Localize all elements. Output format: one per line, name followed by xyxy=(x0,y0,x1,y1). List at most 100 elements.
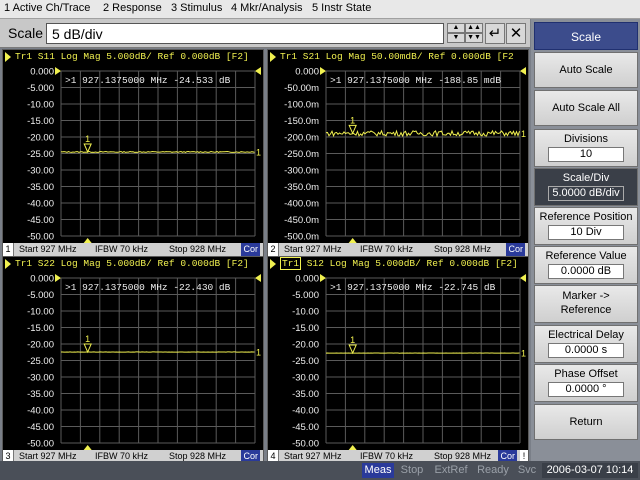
trace-header-text: Tr1 S22 Log Mag 5.000dB/ Ref 0.000dB [F2… xyxy=(15,258,249,269)
menu-mkr-analysis[interactable]: 4 Mkr/Analysis xyxy=(231,2,303,14)
status-ready: Ready xyxy=(477,464,509,476)
softkey-value: 0.0000 dB xyxy=(548,264,624,279)
y-tick-label: -5.000 xyxy=(27,83,54,94)
reference-right-arrow xyxy=(255,274,261,282)
marker-label: 1 xyxy=(350,115,355,125)
phase-offset-button[interactable]: Phase Offset 0.0000 ° xyxy=(534,364,638,402)
y-tick-label: -10.00 xyxy=(292,307,319,318)
reference-value-button[interactable]: Reference Value 0.0000 dB xyxy=(534,246,638,284)
close-entry-button[interactable]: ✕ xyxy=(506,23,526,44)
y-tick-label: -150.0m xyxy=(284,116,319,127)
marker-readout: >1 927.1375000 MHz -22.430 dB xyxy=(65,282,231,293)
trace-window-3[interactable]: Tr1 S22 Log Mag 5.000dB/ Ref 0.000dB [F2… xyxy=(2,256,264,464)
reference-left-arrow xyxy=(55,67,61,75)
spin-down-button[interactable]: ▼ xyxy=(447,33,465,43)
y-tick-label: 0.000 xyxy=(30,67,54,78)
y-tick-label: 0.000 xyxy=(295,274,319,285)
trace-window-2[interactable]: Tr1 S21 Log Mag 50.00mdB/ Ref 0.000dB [F… xyxy=(267,49,529,257)
trace-header-text: Tr1 S11 Log Mag 5.000dB/ Ref 0.000dB [F2… xyxy=(15,51,249,62)
auto-scale-button[interactable]: Auto Scale xyxy=(534,52,638,88)
reference-right-arrow xyxy=(520,67,526,75)
softkey-label: Auto Scale xyxy=(559,64,613,76)
y-tick-label: -50.00m xyxy=(284,83,319,94)
softkey-menu-title: Scale xyxy=(534,22,638,50)
menu-response[interactable]: 2 Response xyxy=(103,2,162,14)
y-tick-label: -15.00 xyxy=(292,323,319,334)
channel-footer: 2 Start 927 MHz IFBW 70 kHz Stop 928 MHz… xyxy=(268,243,528,256)
ifbw: IFBW 70 kHz xyxy=(95,244,149,254)
softkey-label: Auto Scale All xyxy=(552,102,620,114)
softkey-value: 10 xyxy=(548,147,624,162)
y-tick-label: -200.0m xyxy=(284,133,319,144)
scale-div-button[interactable]: Scale/Div 5.0000 dB/div xyxy=(534,168,638,206)
trace-window-4[interactable]: Tr1 S12 Log Mag 5.000dB/ Ref 0.000dB [F2… xyxy=(267,256,529,464)
reference-left-arrow xyxy=(320,274,326,282)
softkey-label: Reference Position xyxy=(539,211,633,223)
auto-scale-all-button[interactable]: Auto Scale All xyxy=(534,90,638,126)
status-datetime: 2006-03-07 10:14 xyxy=(542,463,638,478)
entry-label: Scale xyxy=(8,25,44,41)
status-svc: Svc xyxy=(517,464,537,476)
y-tick-label: 0.000 xyxy=(295,67,319,78)
y-tick-label: -15.00 xyxy=(27,116,54,127)
reference-right-arrow xyxy=(255,67,261,75)
y-tick-label: -350.0m xyxy=(284,182,319,193)
y-tick-label: -35.00 xyxy=(292,389,319,400)
channel-number[interactable]: 2 xyxy=(268,243,279,256)
y-tick-label: -250.0m xyxy=(284,149,319,160)
y-tick-label: -30.00 xyxy=(27,166,54,177)
status-extref: ExtRef xyxy=(434,464,468,476)
softkey-label: Electrical Delay xyxy=(548,329,624,341)
menu-instr-state[interactable]: 5 Instr State xyxy=(312,2,371,14)
marker-label: 1 xyxy=(350,335,355,345)
softkey-label: Phase Offset xyxy=(554,368,618,380)
channel-number[interactable]: 1 xyxy=(3,243,14,256)
entry-value-field[interactable] xyxy=(46,23,444,44)
spin-fast-down-button[interactable]: ▼▼ xyxy=(465,33,483,43)
y-tick-label: -5.000 xyxy=(27,290,54,301)
spin-up-button[interactable]: ▲ xyxy=(447,23,465,33)
y-tick-label: -20.00 xyxy=(292,340,319,351)
softkey-label: Divisions xyxy=(563,133,608,145)
marker-label: 1 xyxy=(85,334,90,344)
reference-position-button[interactable]: Reference Position 10 Div xyxy=(534,207,638,245)
marker-icon xyxy=(83,143,92,154)
softkey-value: 10 Div xyxy=(548,225,624,240)
divisions-button[interactable]: Divisions 10 xyxy=(534,129,638,167)
correction-badge: Cor xyxy=(241,243,260,256)
ifbw: IFBW 70 kHz xyxy=(360,244,414,254)
trace-header: Tr1 S22 Log Mag 5.000dB/ Ref 0.000dB [F2… xyxy=(3,257,263,271)
trace-plot: 0.000 -5.000 -10.00 -15.00 -20.00 -25.00 -30.0… xyxy=(27,67,261,243)
softkey-value: 0.0000 s xyxy=(548,343,624,358)
menu-active-ch-trace[interactable]: 1 Active Ch/Trace xyxy=(4,2,90,14)
y-tick-label: -40.00 xyxy=(27,199,54,210)
softkey-panel: Scale Auto Scale Auto Scale All Division… xyxy=(531,19,640,461)
y-tick-label: -450.0m xyxy=(284,215,319,226)
trace-header: Tr1 S12 Log Mag 5.000dB/ Ref 0.000dB [F2… xyxy=(268,257,528,271)
softkey-value: 0.0000 ° xyxy=(548,382,624,397)
menu-bar: 1 Active Ch/Trace 2 Response 3 Stimulus … xyxy=(0,0,640,19)
y-tick-label: -25.00 xyxy=(27,149,54,160)
trace-window-1[interactable]: Tr1 S11 Log Mag 5.000dB/ Ref 0.000dB [F2… xyxy=(2,49,264,257)
y-tick-label: -30.00 xyxy=(292,373,319,384)
reference-left-arrow xyxy=(320,67,326,75)
marker-readout: >1 927.1375000 MHz -22.745 dB xyxy=(330,282,496,293)
trace-header-text: Tr1 S21 Log Mag 50.00mdB/ Ref 0.000dB [F… xyxy=(280,51,514,62)
marker-readout: >1 927.1375000 MHz -188.85 mdB xyxy=(330,75,501,86)
electrical-delay-button[interactable]: Electrical Delay 0.0000 s xyxy=(534,325,638,363)
return-button[interactable]: Return xyxy=(534,404,638,440)
enter-button[interactable]: ↵ xyxy=(485,23,505,44)
reference-right-arrow xyxy=(520,274,526,282)
y-tick-label: -20.00 xyxy=(27,133,54,144)
marker-to-reference-button[interactable]: Marker -> Reference xyxy=(534,285,638,323)
stop-frequency: Stop 928 MHz xyxy=(434,244,492,254)
menu-stimulus[interactable]: 3 Stimulus xyxy=(171,2,222,14)
active-trace-box[interactable]: Tr1 xyxy=(280,257,302,270)
status-stop: Stop xyxy=(400,464,424,476)
y-tick-label: 0.000 xyxy=(30,274,54,285)
trace-end-label: 1 xyxy=(256,348,261,358)
marker-readout: >1 927.1375000 MHz -24.533 dB xyxy=(65,75,231,86)
trace-plot: 0.000 -50.00m -100.0m -150.0m -200.0m -250.0m… xyxy=(284,67,526,243)
spin-fast-up-button[interactable]: ▲▲ xyxy=(465,23,483,33)
y-tick-label: -300.0m xyxy=(284,166,319,177)
